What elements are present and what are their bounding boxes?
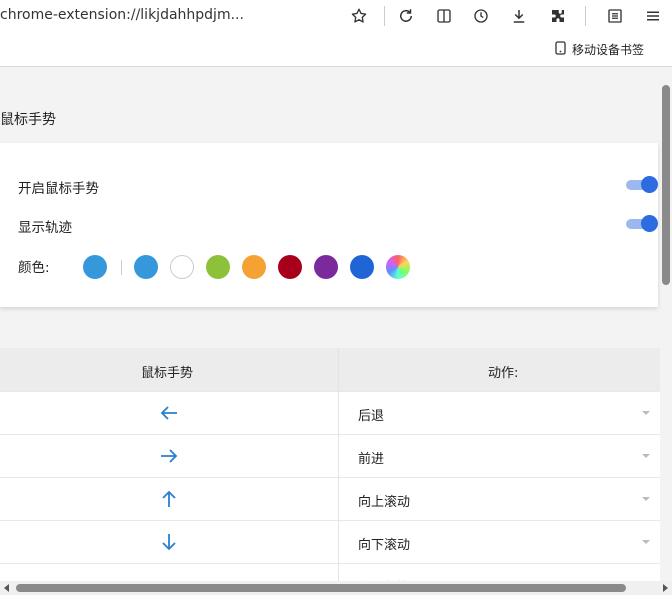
color-label: 颜色: [18, 260, 50, 276]
down-arrow-icon [158, 531, 180, 553]
browser-toolbar: chrome-extension://likjdahhpdjm... [0, 0, 672, 32]
chevron-down-icon[interactable] [642, 497, 650, 501]
table-row: 后退 [0, 391, 660, 434]
settings-card: 开启鼠标手势 显示轨迹 颜色: [0, 143, 658, 307]
color-swatch[interactable] [206, 255, 230, 279]
toolbar-separator [384, 6, 385, 26]
section-title: 鼠标手势 [0, 112, 56, 128]
enable-gesture-label: 开启鼠标手势 [18, 181, 99, 197]
color-swatch[interactable] [170, 255, 194, 279]
color-swatch[interactable] [314, 255, 338, 279]
chevron-down-icon[interactable] [642, 540, 650, 544]
action-select[interactable]: 向上滚动 [358, 491, 410, 510]
show-trail-label: 显示轨迹 [18, 220, 72, 236]
color-swatch[interactable] [386, 255, 410, 279]
settings-page: 鼠标手势 开启鼠标手势 显示轨迹 颜色: 鼠标手势 动作: 后退 前进 向上滚动 [0, 67, 672, 595]
collections-icon[interactable] [604, 5, 626, 27]
enable-gesture-toggle[interactable] [626, 176, 658, 193]
action-column-header: 动作: [488, 366, 519, 381]
toggle-knob [641, 215, 658, 232]
action-select[interactable]: 向下滚动 [358, 534, 410, 553]
bookmarks-bar: 移动设备书签 [0, 32, 672, 67]
color-swatch[interactable] [350, 255, 374, 279]
mobile-bookmarks-label: 移动设备书签 [571, 43, 644, 57]
horizontal-scrollbar[interactable] [16, 584, 626, 592]
extensions-icon[interactable] [547, 5, 569, 27]
show-trail-toggle[interactable] [626, 215, 658, 232]
chevron-down-icon[interactable] [642, 411, 650, 415]
table-row: 前进 [0, 434, 660, 477]
right-arrow-icon [158, 445, 180, 467]
download-icon[interactable] [508, 5, 530, 27]
section-header: 鼠标手势 [0, 67, 660, 143]
toggle-knob [641, 176, 658, 193]
chevron-down-icon[interactable] [642, 454, 650, 458]
toolbar-separator [585, 6, 586, 26]
action-select[interactable]: 后退 [358, 405, 384, 424]
color-swatch[interactable] [278, 255, 302, 279]
current-color-swatch [83, 255, 107, 279]
menu-icon[interactable] [642, 5, 664, 27]
scroll-left-icon[interactable] [4, 584, 9, 592]
horizontal-scrollbar-track [0, 581, 672, 595]
history-icon[interactable] [470, 5, 492, 27]
reader-view-icon[interactable] [433, 5, 455, 27]
star-icon[interactable] [348, 5, 370, 27]
table-row: 向上滚动 [0, 477, 660, 520]
table-header: 鼠标手势 动作: [0, 348, 660, 391]
up-arrow-icon [158, 488, 180, 510]
mobile-bookmarks-button[interactable]: 移动设备书签 [555, 41, 644, 58]
swatch-separator [121, 260, 122, 275]
vertical-scrollbar[interactable] [662, 85, 670, 285]
gesture-column-header: 鼠标手势 [141, 366, 194, 381]
column-divider [338, 348, 339, 595]
table-row: 向下滚动 [0, 520, 660, 563]
mobile-device-icon [555, 41, 566, 58]
color-swatch[interactable] [134, 255, 158, 279]
left-arrow-icon [158, 402, 180, 424]
address-bar[interactable]: chrome-extension://likjdahhpdjm... [0, 7, 330, 23]
action-select[interactable]: 前进 [358, 448, 384, 467]
reload-icon[interactable] [395, 5, 417, 27]
scroll-right-icon[interactable] [663, 584, 668, 592]
color-swatch[interactable] [242, 255, 266, 279]
